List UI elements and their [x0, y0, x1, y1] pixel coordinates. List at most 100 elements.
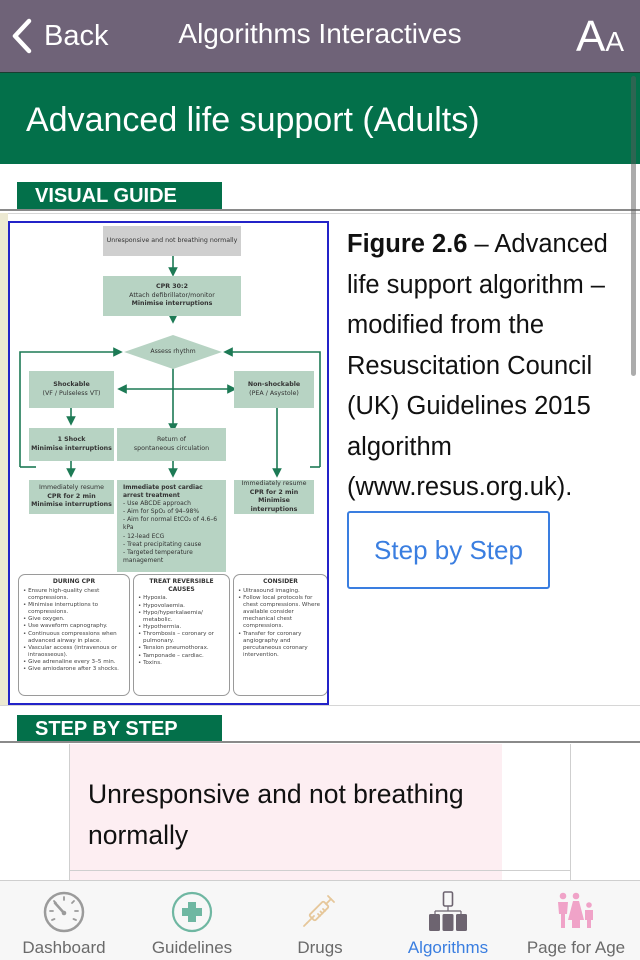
fc-panel-item: Hypothermia.: [138, 624, 225, 631]
fc-post-item: - 12-lead ECG: [123, 532, 165, 540]
figure-caption-text: – Advanced life support algorithm – modi…: [347, 230, 608, 501]
fc-nonshockable-box: Non-shockable (PEA / Asystole): [234, 371, 314, 408]
fc-nonshockable-title: Non-shockable: [247, 381, 301, 388]
tab-label: Dashboard: [22, 938, 106, 957]
fc-panel-heading: TREAT REVERSIBLE CAUSES: [149, 578, 214, 593]
fc-shockable-title: Shockable: [53, 381, 90, 388]
fc-resume-right-line2: CPR for 2 min: [249, 488, 299, 496]
als-algorithm-figure[interactable]: Unresponsive and not breathing normally …: [8, 221, 329, 705]
step-by-step-section-label: STEP BY STEP: [17, 715, 222, 743]
fc-resume-right-box: Immediately resume CPR for 2 min Minimis…: [234, 480, 314, 514]
tab-label: Drugs: [297, 938, 343, 957]
tab-algorithms[interactable]: Algorithms: [384, 881, 512, 960]
fc-cpr-line2: Attach defibrillator/monitor: [129, 291, 215, 299]
fc-cpr-line3: Minimise interruptions: [131, 300, 213, 308]
back-label: Back: [44, 19, 109, 52]
fc-panel-item: Hypo/hyperkalaemia/ metabolic.: [138, 610, 225, 624]
fc-panel-item: Toxins.: [138, 660, 225, 667]
fc-shock-box: 1 Shock Minimise interruptions: [29, 428, 114, 461]
fc-shock-sub: Minimise interruptions: [31, 444, 112, 452]
tab-guidelines[interactable]: Guidelines: [128, 881, 256, 960]
fc-resume-right-line1: Immediately resume: [241, 480, 307, 487]
fc-panel-during-cpr: DURING CPR Ensure high-quality chest com…: [18, 574, 130, 696]
fc-cpr-title: CPR 30:2: [156, 283, 188, 291]
fc-panel-item: Give oxygen.: [23, 616, 125, 623]
tab-dashboard[interactable]: Dashboard: [0, 881, 128, 960]
tab-label: Guidelines: [151, 938, 233, 957]
fc-resume-left-box: Immediately resume CPR for 2 min Minimis…: [29, 480, 114, 514]
fc-post-item: - Treat precipitating cause: [123, 540, 202, 548]
tab-label: Page for Age: [526, 938, 626, 957]
fc-panel-item: Give adrenaline every 3–5 min.: [23, 659, 125, 666]
medical-cross-icon: [171, 891, 213, 933]
fc-resume-left-line3: Minimise interruptions: [31, 501, 112, 509]
step-by-step-button[interactable]: Step by Step: [347, 511, 550, 589]
fc-shockable-sub: (VF / Pulseless VT): [42, 389, 101, 397]
fc-shockable-box: Shockable (VF / Pulseless VT): [29, 371, 114, 408]
fc-panel-item: Follow local protocols for chest compres…: [238, 595, 323, 631]
chevron-left-icon: [12, 18, 32, 54]
bottom-tab-bar: Dashboard Guidelines Drugs Algorithms Pa…: [0, 880, 640, 960]
figure-margin-strip: [0, 213, 8, 705]
fc-panel-item: Ultrasound imaging.: [238, 588, 323, 595]
fc-panel-item: Give amiodarone after 3 shocks.: [23, 666, 125, 673]
page-title: Advanced life support (Adults): [26, 101, 480, 139]
tab-page-for-age[interactable]: Page for Age: [512, 881, 640, 960]
fc-post-title: Immediate post cardiac arrest treatment: [123, 484, 203, 500]
syringe-icon: [303, 895, 335, 927]
vertical-scrollbar[interactable]: [631, 76, 636, 376]
flowchart-icon: [429, 891, 467, 931]
fc-panel-item: Minimise interruptions to compressions.: [23, 602, 125, 616]
gauge-icon: [43, 891, 85, 933]
back-button[interactable]: Back: [10, 14, 108, 58]
fc-panel-item: Vascular access (intravenous or intraoss…: [23, 645, 125, 659]
font-size-button[interactable]: AA: [575, 12, 624, 61]
fc-cpr-box: CPR 30:2 Attach defibrillator/monitor Mi…: [103, 276, 241, 316]
fc-post-arrest-box: Immediate post cardiac arrest treatment …: [117, 480, 226, 572]
fc-panel-item: Tamponade – cardiac.: [138, 653, 225, 660]
section-divider: [0, 741, 640, 743]
step-card-divider: [70, 870, 570, 871]
tab-drugs[interactable]: Drugs: [256, 881, 384, 960]
fc-panel-heading: CONSIDER: [263, 578, 298, 585]
fc-post-item: - Aim for SpO₂ of 94–98%: [123, 508, 200, 516]
fc-resume-left-line1: Immediately resume: [38, 484, 105, 492]
fc-nonshockable-sub: (PEA / Asystole): [249, 389, 299, 397]
step-card[interactable]: Unresponsive and not breathing normally: [69, 744, 571, 880]
fc-panel-item: Transfer for coronary angiography and pe…: [238, 631, 323, 660]
font-size-large-glyph: A: [575, 12, 606, 61]
font-size-small-glyph: A: [605, 26, 624, 57]
fc-rosc-line2: spontaneous circulation: [133, 444, 210, 452]
fc-start-box: Unresponsive and not breathing normally: [103, 226, 241, 256]
visual-guide-section-label: VISUAL GUIDE: [17, 182, 222, 210]
fc-post-item: - Targeted temperature management: [123, 548, 193, 564]
fc-rosc-box: Return of spontaneous circulation: [117, 428, 226, 461]
tab-label: Algorithms: [407, 938, 489, 957]
fc-panel-item: Tension pneumothorax.: [138, 645, 225, 652]
page-title-band: Advanced life support (Adults): [0, 72, 640, 164]
fc-panel-item: Thrombosis – coronary or pulmonary.: [138, 631, 225, 645]
fc-panel-consider: CONSIDER Ultrasound imaging. Follow loca…: [233, 574, 327, 696]
fc-panel-item: Hypoxia.: [138, 595, 225, 602]
loop-right: [223, 347, 321, 467]
figure-caption: Figure 2.6 – Advanced life support algor…: [347, 224, 632, 508]
fc-post-item: - Aim for normal EtCO₂ of 4.6–6 kPa: [123, 516, 218, 532]
section-divider: [0, 209, 640, 211]
family-icon: [558, 892, 593, 928]
fc-rosc-line1: Return of: [157, 436, 186, 443]
fc-post-item: - Use ABCDE approach: [123, 500, 191, 508]
fc-resume-right-line3: Minimise interruptions: [250, 497, 298, 513]
fc-panel-item: Use waveform capnography.: [23, 623, 125, 630]
fc-panel-heading: DURING CPR: [52, 578, 96, 585]
fc-resume-left-line2: CPR for 2 min: [47, 492, 96, 500]
fc-panel-reversible-causes: TREAT REVERSIBLE CAUSES Hypoxia. Hypovol…: [133, 574, 230, 696]
navigation-bar: Back Algorithms Interactives AA: [0, 0, 640, 72]
section-divider-light: [0, 213, 640, 214]
figure-caption-label: Figure 2.6: [347, 230, 468, 258]
step-card-text: Unresponsive and not breathing normally: [88, 779, 464, 850]
fc-panel-item: Ensure high-quality chest compressions.: [23, 588, 125, 602]
fc-shock-title: 1 Shock: [57, 436, 86, 443]
fc-start-text: Unresponsive and not breathing normally: [106, 236, 238, 244]
fc-panel-item: Hypovolaemia.: [138, 603, 225, 610]
nav-title-text: Algorithms Interactives: [178, 18, 462, 49]
